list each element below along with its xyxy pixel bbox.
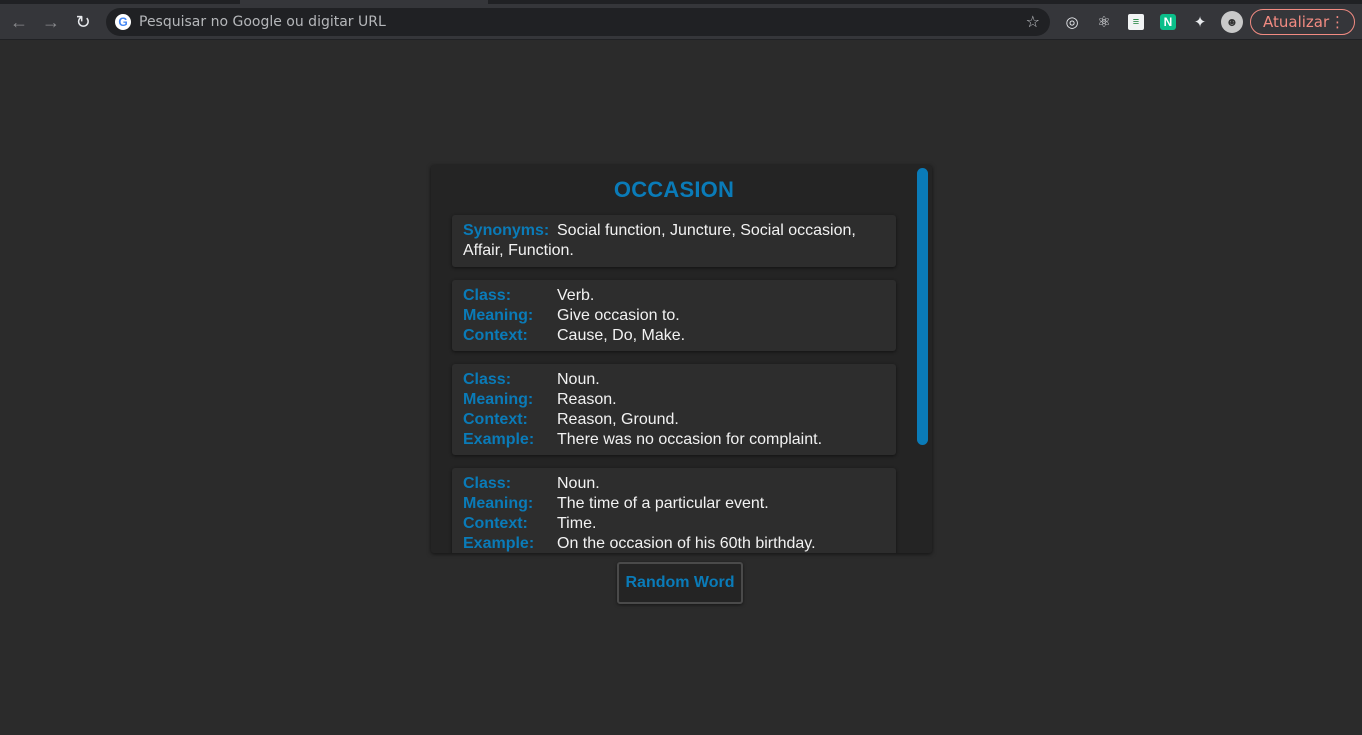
example-label: Example:: [463, 431, 535, 448]
react-icon[interactable]: ⚛: [1094, 12, 1114, 32]
meaning-value: Reason.: [557, 391, 617, 408]
synonyms-row: Synonyms: Social function, Juncture, Soci…: [463, 221, 885, 261]
browser-toolbar: ← → ↻ G ☆ ◎ ⚛ ≡ N ✦ ☻ Atualizar ⋮: [0, 4, 1362, 40]
word-card-content[interactable]: OCCASION Synonyms: Social function, Junct…: [431, 165, 917, 553]
kebab-menu-icon[interactable]: ⋮: [1330, 13, 1345, 31]
meaning-value: The time of a particular event.: [557, 495, 769, 512]
synonyms-box: Synonyms: Social function, Juncture, Soci…: [452, 215, 896, 267]
context-label: Context:: [463, 411, 528, 428]
sense-box: Class: Noun. Meaning: The time of a partic…: [452, 468, 896, 553]
sense-box: Class: Verb. Meaning: Give occasion to. Co…: [452, 280, 896, 351]
class-value: Noun.: [557, 475, 600, 492]
back-arrow-icon[interactable]: ←: [6, 10, 32, 34]
profile-avatar[interactable]: ☻: [1221, 11, 1243, 33]
target-icon[interactable]: ◎: [1062, 12, 1082, 32]
context-value: Cause, Do, Make.: [557, 327, 686, 344]
reload-icon[interactable]: ↻: [70, 10, 96, 34]
meaning-label: Meaning:: [463, 495, 534, 512]
context-label: Context:: [463, 327, 528, 344]
context-value: Reason, Ground.: [557, 411, 679, 428]
word-title: OCCASION: [613, 177, 735, 202]
class-label: Class:: [463, 475, 512, 492]
address-input[interactable]: [139, 8, 999, 36]
meaning-value: Give occasion to.: [557, 307, 680, 324]
class-label: Class:: [463, 287, 512, 304]
google-icon: G: [115, 14, 131, 30]
example-value: There was no occasion for complaint.: [557, 431, 823, 448]
bookmark-star-icon[interactable]: ☆: [1026, 12, 1040, 32]
synonyms-label: Synonyms:: [463, 222, 550, 239]
address-bar[interactable]: G ☆: [106, 8, 1050, 36]
example-value: On the occasion of his 60th birthday.: [557, 535, 816, 552]
forward-arrow-icon[interactable]: →: [38, 10, 64, 34]
meaning-label: Meaning:: [463, 307, 534, 324]
sheet-icon[interactable]: ≡: [1128, 14, 1144, 30]
example-label: Example:: [463, 535, 535, 552]
context-label: Context:: [463, 515, 528, 532]
puzzle-icon[interactable]: ✦: [1190, 12, 1210, 32]
sense-box: Class: Noun. Meaning: Reason. Context: Reas…: [452, 364, 896, 455]
update-button[interactable]: Atualizar ⋮: [1250, 9, 1355, 35]
meaning-label: Meaning:: [463, 391, 534, 408]
random-word-button[interactable]: Random Word: [617, 562, 743, 604]
update-label: Atualizar: [1263, 13, 1330, 31]
class-label: Class:: [463, 371, 512, 388]
notion-icon[interactable]: N: [1160, 14, 1176, 30]
scrollbar-thumb[interactable]: [917, 168, 928, 445]
class-value: Noun.: [557, 371, 600, 388]
class-value: Verb.: [557, 287, 595, 304]
context-value: Time.: [557, 515, 597, 532]
word-card: OCCASION Synonyms: Social function, Junct…: [431, 165, 932, 553]
